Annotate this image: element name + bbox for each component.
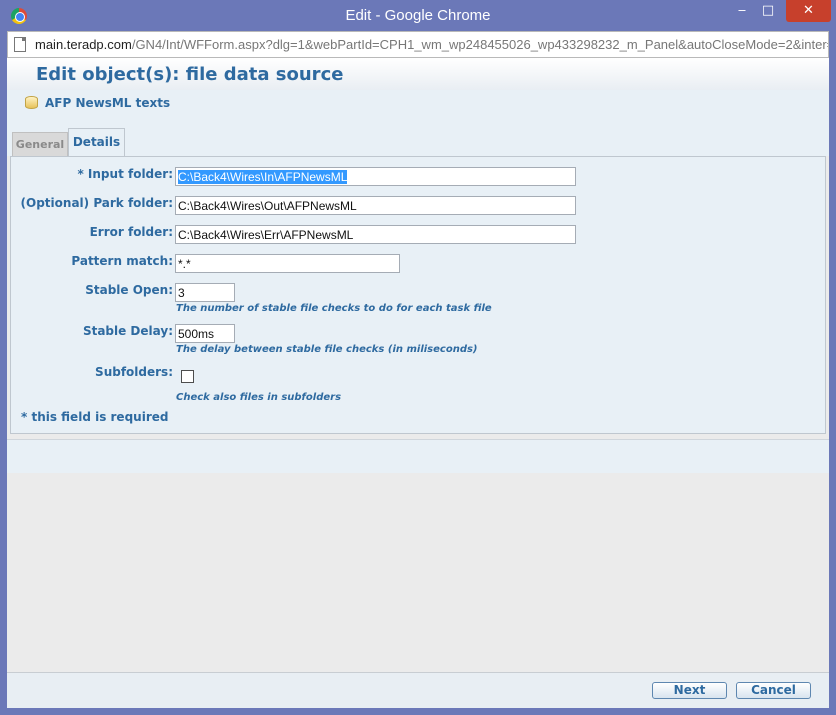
page-title: Edit object(s): file data source — [36, 64, 344, 85]
close-button[interactable]: ✕ — [786, 0, 831, 22]
input-folder-label: * Input folder: — [77, 167, 173, 181]
tab-details[interactable]: Details — [68, 128, 125, 156]
stable-open-field[interactable]: 3 — [175, 283, 235, 302]
error-folder-label: Error folder: — [89, 225, 173, 239]
pattern-match-label: Pattern match: — [71, 254, 173, 268]
pattern-match-field[interactable]: *.* — [175, 254, 400, 273]
cancel-button[interactable]: Cancel — [736, 682, 811, 699]
url-path: /GN4/Int/WFForm.aspx?dlg=1&webPartId=CPH… — [131, 37, 828, 52]
url-host: main.teradp.com — [35, 37, 132, 52]
next-button[interactable]: Next — [652, 682, 727, 699]
stable-delay-field[interactable]: 500ms — [175, 324, 235, 343]
input-folder-field[interactable]: C:\Back4\Wires\In\AFPNewsML — [175, 167, 576, 186]
park-folder-field[interactable]: C:\Back4\Wires\Out\AFPNewsML — [175, 196, 576, 215]
error-folder-field[interactable]: C:\Back4\Wires\Err\AFPNewsML — [175, 225, 576, 244]
page-content: Edit object(s): file data source AFP New… — [7, 58, 829, 708]
stable-open-hint: The number of stable file checks to do f… — [176, 303, 492, 314]
url-text[interactable]: main.teradp.com/GN4/Int/WFForm.aspx?dlg=… — [35, 37, 828, 52]
object-header: AFP NewsML texts — [7, 90, 829, 118]
details-panel: * Input folder: C:\Back4\Wires\In\AFPNew… — [10, 156, 826, 434]
window-titlebar: Edit - Google Chrome ‒ □ ✕ — [0, 0, 836, 31]
subfolders-checkbox[interactable] — [181, 370, 194, 383]
tab-general[interactable]: General — [12, 132, 68, 156]
tab-bar: General Details — [7, 118, 829, 156]
subfolders-hint: Check also files in subfolders — [176, 392, 342, 403]
database-icon — [25, 96, 38, 109]
stable-delay-label: Stable Delay: — [82, 324, 173, 338]
park-folder-label: (Optional) Park folder: — [20, 196, 173, 210]
address-bar[interactable]: main.teradp.com/GN4/Int/WFForm.aspx?dlg=… — [7, 31, 829, 58]
stable-open-label: Stable Open: — [85, 283, 173, 297]
object-name: AFP NewsML texts — [45, 96, 171, 110]
panel-bottom-strip — [7, 439, 829, 473]
window-title: Edit - Google Chrome — [345, 7, 491, 24]
stable-delay-hint: The delay between stable file checks (in… — [176, 344, 478, 355]
page-icon — [14, 37, 26, 52]
minimize-button[interactable]: ‒ — [733, 0, 751, 22]
maximize-button[interactable]: □ — [759, 0, 777, 22]
dialog-footer: Next Cancel — [7, 672, 829, 708]
required-note: * this field is required — [21, 410, 169, 424]
subfolders-label: Subfolders: — [95, 365, 173, 379]
page-header: Edit object(s): file data source — [7, 58, 829, 90]
